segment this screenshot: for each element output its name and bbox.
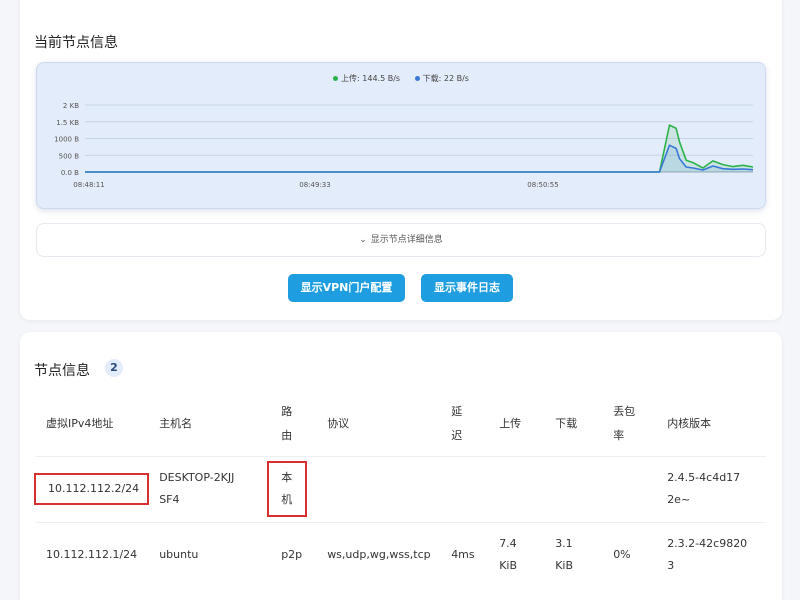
cell-upload [489, 455, 546, 522]
series-area-1 [85, 145, 753, 172]
cell-hostname: DESKTOP-2KJJSF4 [149, 455, 272, 522]
highlight-ip: 10.112.112.2/24 [34, 473, 150, 505]
column-header-hostname: 主机名 [159, 416, 193, 430]
y-tick-label: 0.0 B [61, 169, 79, 177]
x-tick-label: 08:48:11 [73, 181, 104, 189]
y-tick-label: 500 B [59, 152, 80, 160]
cell-loss [603, 455, 658, 522]
series-line-0 [85, 124, 754, 173]
traffic-chart: 上传: 144.5 B/s 下载: 22 B/s 2 KB 1.5 KB 1000 … [36, 62, 766, 209]
node-detail-toggle[interactable]: ⌄ 显示节点详细信息 [36, 223, 766, 257]
cell-version: 2.3.2-42c98203 [657, 521, 766, 588]
column-header-protocol: 协议 [327, 416, 350, 430]
series-line-1 [85, 144, 754, 173]
chevron-down-icon: ⌄ [359, 235, 367, 245]
cell-version: 2.4.5-4c4d172e~ [657, 455, 766, 522]
node-count-badge: 2 [105, 359, 123, 377]
column-header-loss: 丢包率 [613, 404, 636, 442]
table-row[interactable]: 10.112.112.2/24 DESKTOP-2KJJSF4 本机 2.4.5… [34, 455, 766, 522]
show-vpn-portal-button[interactable]: 显示VPN门户配置 [288, 274, 405, 302]
table-header-row: 虚拟IPv4地址 主机名 路由 协议 延迟 上传 下载 丢包率 内核版本 [36, 392, 766, 456]
x-tick-label: 08:50:55 [527, 181, 558, 189]
cell-route: p2p [271, 521, 318, 588]
current-node-card: 当前节点信息 上传: 144.5 B/s 下载: 22 B/s 2 KB 1.5 … [20, 0, 782, 320]
cell-download [545, 455, 604, 522]
highlight-route: 本机 [267, 461, 308, 517]
cell-hostname: ubuntu [149, 521, 272, 588]
cell-loss: 0% [603, 521, 658, 588]
cell-ip: 10.112.112.2/24 [34, 455, 150, 522]
cell-latency: 4ms [441, 521, 490, 588]
column-header-download: 下载 [555, 416, 578, 430]
cell-route: 本机 [267, 455, 318, 522]
y-tick-label: 1000 B [54, 136, 79, 144]
y-tick-label: 2 KB [63, 102, 79, 110]
current-node-title: 当前节点信息 [34, 35, 118, 51]
column-header-latency: 延迟 [451, 404, 463, 442]
x-tick-label: 08:49:33 [299, 181, 330, 189]
chart-svg: 2 KB 1.5 KB 1000 B 500 B 0.0 B 08:48:11 08:49:… [54, 102, 754, 189]
show-event-log-button[interactable]: 显示事件日志 [421, 274, 513, 302]
y-tick-label: 1.5 KB [56, 119, 79, 127]
column-header-route: 路由 [281, 404, 293, 442]
cell-latency [441, 455, 490, 522]
cell-upload: 7.4 KiB [489, 521, 546, 588]
column-header-version: 内核版本 [667, 416, 712, 430]
nodes-card: 节点信息 2 虚拟IPv4地址 主机名 路由 协议 延迟 上传 下载 丢包率 内… [20, 332, 782, 600]
column-header-ip: 虚拟IPv4地址 [46, 416, 114, 430]
cell-protocol: ws,udp,wg,wss,tcp [317, 521, 442, 588]
series-area-0 [85, 125, 753, 172]
nodes-title: 节点信息 [34, 363, 90, 379]
cell-ip: 10.112.112.1/24 [36, 521, 150, 588]
cell-protocol [317, 455, 442, 522]
nodes-table: 虚拟IPv4地址 主机名 路由 协议 延迟 上传 下载 丢包率 内核版本 10.… [34, 392, 766, 588]
cell-download: 3.1 KiB [545, 521, 604, 588]
column-header-upload: 上传 [499, 416, 522, 430]
table-row[interactable]: 10.112.112.1/24 ubuntu p2p ws,udp,wg,wss… [36, 521, 766, 588]
